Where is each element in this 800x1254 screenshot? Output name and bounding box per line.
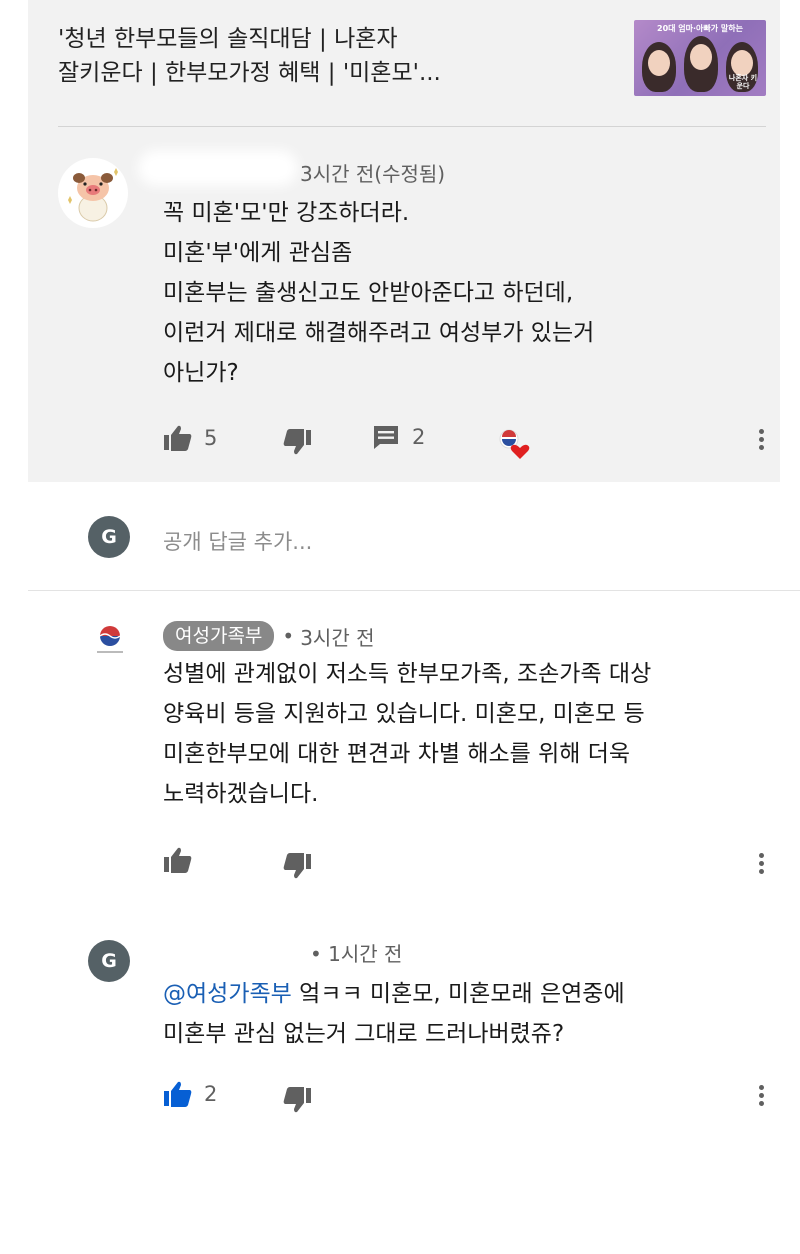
thumbs-up-icon — [164, 1081, 192, 1107]
comment-line: 아닌가? — [163, 360, 239, 386]
more-options-icon[interactable] — [759, 1082, 765, 1109]
ministry-avatar[interactable] — [93, 624, 127, 660]
reply-body: @여성가족부 엌ㅋㅋ 미혼모, 미혼모래 은연중에 미혼부 관심 없는거 그대로… — [163, 974, 773, 1054]
thumbs-down-icon — [283, 1087, 311, 1113]
reply-line: @여성가족부 엌ㅋㅋ 미혼모, 미혼모래 은연중에 — [163, 974, 773, 1014]
add-reply-input[interactable]: 공개 답글 추가... — [163, 526, 312, 556]
meta-separator: • — [310, 942, 322, 966]
like-count: 2 — [204, 1082, 218, 1106]
comment-time: 3시간 전(수정됨) — [300, 162, 446, 186]
reply-line: 미혼부 관심 없는거 그대로 드러나버렸쥬? — [163, 1021, 565, 1047]
video-thumbnail[interactable]: 20대 엄마·아빠가 말하는 나혼자 키운다 — [634, 20, 766, 96]
dislike-button[interactable] — [282, 852, 312, 880]
thumbs-down-icon — [283, 853, 311, 879]
reply-line: 미혼한부모에 대한 편견과 차별 해소를 위해 더욱 — [163, 741, 631, 767]
user-avatar: G — [88, 516, 130, 558]
reply-body: 성별에 관계없이 저소득 한부모가족, 조손가족 대상 양육비 등을 지원하고 … — [163, 654, 773, 814]
reply-line: 양육비 등을 지원하고 있습니다. 미혼모, 미혼모 등 — [163, 701, 645, 727]
reply-line: 성별에 관계없이 저소득 한부모가족, 조손가족 대상 — [163, 661, 652, 687]
comment-line: 이런거 제대로 해결해주려고 여성부가 있는거 — [163, 320, 595, 346]
comment-line: 미혼부는 출생신고도 안받아준다고 하던데, — [163, 280, 574, 306]
dislike-button[interactable] — [282, 1086, 312, 1114]
ministry-logo-icon — [97, 626, 123, 653]
author-chip[interactable]: 여성가족부 — [163, 621, 275, 651]
commenter-avatar[interactable] — [58, 158, 128, 228]
thumbnail-brand: 나혼자 키운다 — [728, 74, 758, 90]
like-button-liked[interactable]: 2 — [163, 1080, 217, 1108]
thumbnail-face-2 — [690, 44, 712, 70]
comment-body: 꼭 미혼'모'만 강조하더라. 미혼'부'에게 관심좀 미혼부는 출생신고도 안… — [163, 193, 763, 393]
more-options-icon[interactable] — [759, 850, 765, 877]
mention-link[interactable]: @여성가족부 — [163, 981, 292, 1007]
dislike-button[interactable] — [282, 428, 312, 456]
like-button[interactable] — [163, 846, 193, 874]
comment-icon — [374, 426, 398, 449]
replies-button[interactable]: 2 — [372, 424, 425, 450]
meta-separator: • — [282, 624, 295, 648]
thumbs-down-icon — [283, 429, 311, 455]
heart-badge-icon — [499, 429, 530, 459]
like-count: 5 — [204, 426, 218, 450]
comment-line: 미혼'부'에게 관심좀 — [163, 240, 353, 266]
thumbnail-face-3 — [731, 50, 753, 76]
reply-meta: • 1시간 전 — [310, 938, 402, 967]
comment-line: 꼭 미혼'모'만 강조하더라. — [163, 200, 410, 226]
reply-time: 3시간 전 — [300, 625, 375, 650]
video-title[interactable]: '청년 한부모들의 솔직대담 | 나혼자 잘키운다 | 한부모가정 혜택 | '… — [58, 22, 618, 90]
pig-avatar-icon — [59, 159, 127, 227]
creator-heart — [496, 426, 532, 462]
header-divider — [58, 126, 766, 127]
commenter-avatar[interactable]: G — [88, 940, 130, 982]
video-title-line1: '청년 한부모들의 솔직대담 | 나혼자 — [58, 26, 398, 52]
reply-line: 노력하겠습니다. — [163, 781, 319, 807]
more-options-icon[interactable] — [759, 426, 765, 453]
thumbs-up-icon — [164, 425, 192, 451]
like-button[interactable]: 5 — [163, 424, 217, 452]
video-title-line2: 잘키운다 | 한부모가정 혜택 | '미혼모'... — [58, 60, 441, 86]
reply-divider — [28, 590, 800, 591]
reply-header: 여성가족부 • 3시간 전 — [163, 621, 375, 651]
thumbnail-caption: 20대 엄마·아빠가 말하는 — [657, 24, 743, 33]
thumbnail-face-1 — [648, 50, 670, 76]
thumbs-up-icon — [164, 847, 192, 873]
blurred-username — [138, 150, 298, 186]
reply-count: 2 — [412, 425, 426, 449]
reply-text: 엌ㅋㅋ 미혼모, 미혼모래 은연중에 — [291, 981, 625, 1007]
reply-time: 1시간 전 — [328, 942, 403, 966]
